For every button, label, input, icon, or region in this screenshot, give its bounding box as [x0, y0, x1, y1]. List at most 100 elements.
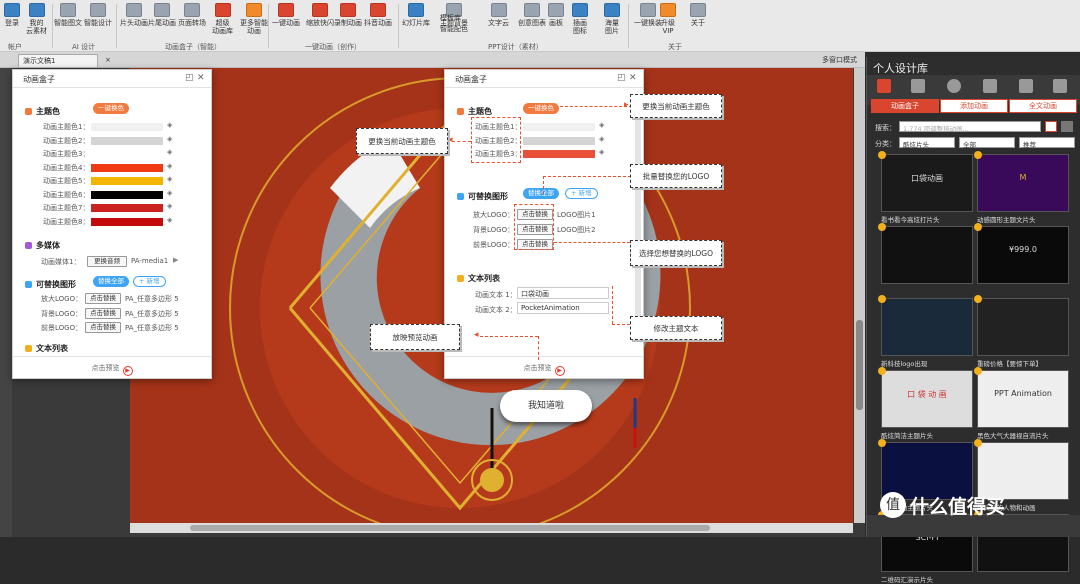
ribbon-button[interactable]: 登录 [4, 3, 20, 27]
replace-all-button[interactable]: 替换全部 [523, 188, 559, 199]
color-swatch[interactable] [91, 204, 163, 212]
ribbon-button[interactable]: 插画 图标 [572, 3, 588, 35]
paint-bucket-icon[interactable]: ◈ [167, 189, 172, 197]
horizontal-scrollbar[interactable] [130, 523, 853, 533]
close-icon[interactable]: × [105, 56, 111, 64]
animation-icon[interactable] [877, 79, 891, 93]
scrollbar-thumb[interactable] [190, 525, 710, 531]
ribbon-button[interactable]: 文字云 [488, 3, 509, 27]
theme-color-label: 动画主题色4： [43, 163, 90, 172]
location-icon[interactable] [947, 79, 961, 93]
popout-icon[interactable]: ◰ [185, 73, 194, 83]
vertical-scrollbar[interactable] [854, 68, 865, 523]
ribbon-button[interactable]: 画板 [548, 3, 564, 27]
tab-document[interactable]: 演示文稿1 × [18, 54, 111, 67]
color-swatch[interactable] [91, 123, 163, 131]
ribbon-button[interactable]: 智能图文 [54, 3, 82, 27]
scope-select[interactable]: 全部 [959, 137, 1015, 149]
ribbon-button[interactable]: 模板库 [440, 14, 461, 22]
preview-button[interactable]: 点击预览 ▶ [445, 356, 643, 378]
ribbon-button[interactable]: 超级 动画库 [212, 3, 233, 35]
tab-full-animation[interactable]: 全文动画 [1009, 99, 1077, 113]
color-swatch[interactable] [91, 163, 163, 172]
add-new-button[interactable]: + 新增 [565, 188, 598, 199]
paint-bucket-icon[interactable]: ◈ [167, 162, 172, 170]
paint-bucket-icon[interactable]: ◈ [167, 121, 172, 129]
play-icon[interactable]: ▶ [173, 256, 178, 264]
template-icon[interactable] [983, 79, 997, 93]
image-icon[interactable] [911, 79, 925, 93]
paint-bucket-icon[interactable]: ◈ [167, 135, 172, 143]
filter-icon[interactable] [1045, 121, 1057, 132]
paint-bucket-icon[interactable]: ◈ [167, 175, 172, 183]
close-icon[interactable]: ✕ [197, 73, 205, 83]
library-item-thumbnail[interactable]: ¥999.0 [977, 226, 1069, 284]
text-input[interactable]: PocketAnimation [517, 302, 609, 314]
ribbon-button[interactable]: 智能配色 [440, 25, 468, 33]
scrollbar-thumb[interactable] [856, 320, 863, 410]
ribbon-button[interactable]: 幻灯片库 [402, 3, 430, 27]
ribbon-button[interactable]: 录制动画 [334, 3, 362, 27]
library-item-thumbnail[interactable]: 口 袋 动 画 [881, 370, 973, 428]
change-audio-button[interactable]: 更换音频 [87, 256, 127, 267]
library-item-thumbnail[interactable]: M [977, 154, 1069, 212]
color-swatch[interactable] [91, 177, 163, 185]
tab-add-animation[interactable]: 添加动画 [940, 99, 1008, 113]
ribbon-button[interactable]: 一键换装 [634, 3, 662, 27]
color-swatch[interactable] [523, 136, 595, 145]
ribbon-button[interactable]: 页面转场 [178, 3, 206, 27]
ribbon-button[interactable]: 缩放快闪 [306, 3, 334, 27]
ribbon-button[interactable]: 一键动画 [272, 3, 300, 27]
got-it-button[interactable]: 我知道啦 [500, 390, 592, 422]
tab-animation-box[interactable]: 动画盒子 [871, 99, 939, 113]
color-swatch[interactable] [91, 190, 163, 199]
sort-select[interactable]: 推荐 [1019, 137, 1075, 149]
one-click-color-button[interactable]: 一键换色 [523, 103, 559, 114]
replace-logo-button[interactable]: 点击替换 [85, 293, 121, 304]
replace-logo-button[interactable]: 点击替换 [85, 322, 121, 333]
download-icon[interactable] [1019, 79, 1033, 93]
ribbon-button[interactable]: 海量 图片 [604, 3, 620, 35]
one-click-color-button[interactable]: 一键换色 [93, 103, 129, 114]
paint-bucket-icon[interactable]: ◈ [599, 135, 604, 143]
preview-button[interactable]: 点击预览 ▶ [13, 356, 211, 378]
replace-logo-button[interactable]: 点击替换 [85, 307, 121, 319]
ribbon-button[interactable]: 关于 [690, 3, 706, 27]
library-item-thumbnail[interactable] [881, 298, 973, 356]
text-input[interactable]: 口袋动画 [517, 287, 609, 299]
replace-all-button[interactable]: 替换全部 [93, 276, 129, 287]
popout-icon[interactable]: ◰ [617, 73, 626, 83]
ribbon-button[interactable]: 更多智能 动画 [240, 3, 268, 35]
multi-window-toggle[interactable]: 多窗口模式 [822, 55, 857, 65]
ribbon-button[interactable]: 片尾动画 [148, 3, 176, 27]
panel-scrollbar[interactable] [635, 118, 641, 318]
ribbon-button[interactable]: 升级 VIP [660, 3, 676, 35]
library-item-thumbnail[interactable]: 口袋动画 [881, 154, 973, 212]
library-item-caption: 动感圆形主题文片头 [977, 216, 1036, 224]
color-swatch[interactable] [91, 217, 163, 226]
library-item-thumbnail[interactable] [881, 226, 973, 284]
ribbon-button[interactable]: 创意图表 [518, 3, 546, 27]
color-swatch[interactable] [91, 150, 163, 158]
paint-bucket-icon[interactable]: ◈ [167, 216, 172, 224]
category-select[interactable]: 酷炫片头 [899, 137, 955, 149]
color-swatch[interactable] [523, 150, 595, 158]
ribbon-button[interactable]: 智能设计 [84, 3, 112, 27]
color-swatch[interactable] [91, 136, 163, 145]
add-new-button[interactable]: + 新增 [133, 276, 166, 287]
paint-bucket-icon[interactable]: ◈ [599, 148, 604, 156]
library-item-thumbnail[interactable] [977, 298, 1069, 356]
ribbon-button[interactable]: 我的 云素材 [26, 3, 47, 35]
paint-bucket-icon[interactable]: ◈ [167, 148, 172, 156]
paint-bucket-icon[interactable]: ◈ [167, 202, 172, 210]
search-input[interactable]: 1,774 项调整排动画... [899, 121, 1041, 133]
copy-icon[interactable] [1053, 79, 1067, 93]
library-item-thumbnail[interactable]: PPT Animation [977, 370, 1069, 428]
close-icon[interactable]: ✕ [629, 73, 637, 83]
ribbon-button-label: 模板库 [440, 14, 461, 22]
menu-icon[interactable] [1061, 121, 1073, 132]
paint-bucket-icon[interactable]: ◈ [599, 121, 604, 129]
color-swatch[interactable] [523, 123, 595, 131]
ribbon-button[interactable]: 片头动画 [120, 3, 148, 27]
ribbon-button[interactable]: 抖音动画 [364, 3, 392, 27]
